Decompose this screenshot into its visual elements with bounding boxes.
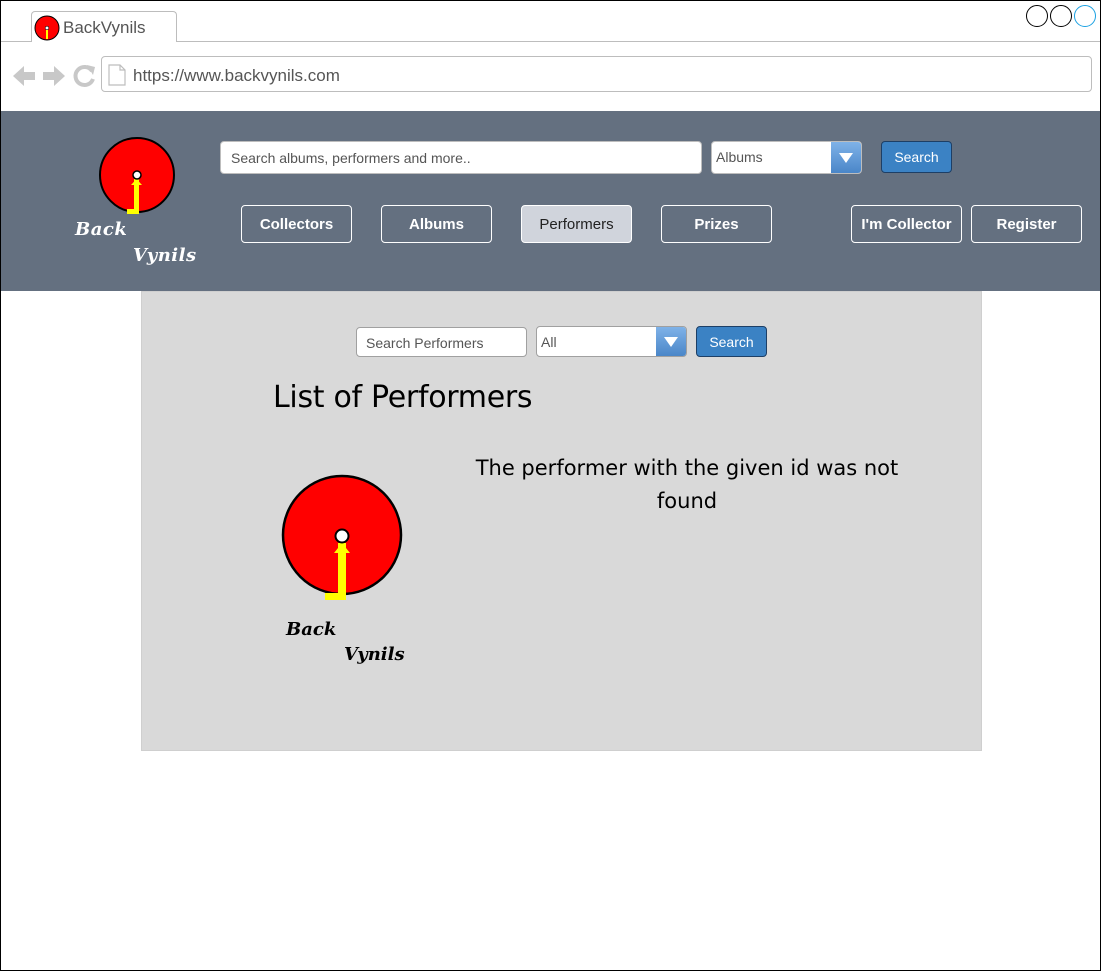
logo-text-back: Back <box>286 619 337 640</box>
chevron-down-icon <box>656 327 686 356</box>
performer-search-input[interactable]: Search Performers <box>356 327 527 357</box>
register-button[interactable]: Register <box>971 205 1082 243</box>
close-icon[interactable] <box>1074 5 1096 27</box>
site-header: Back Vynils Search albums, performers an… <box>1 111 1100 291</box>
performer-search-button[interactable]: Search <box>696 326 767 357</box>
site-logo[interactable]: Back Vynils <box>71 131 201 271</box>
global-search-input[interactable]: Search albums, performers and more.. <box>220 141 702 174</box>
url-field[interactable]: https://www.backvynils.com <box>101 56 1092 92</box>
reload-icon[interactable] <box>71 63 97 89</box>
address-bar: https://www.backvynils.com <box>1 43 1100 111</box>
window-controls <box>1026 5 1096 27</box>
nav-prizes[interactable]: Prizes <box>661 205 772 243</box>
category-select[interactable]: Albums <box>711 141 862 174</box>
chevron-down-icon <box>831 142 861 173</box>
category-select-value: Albums <box>716 149 763 165</box>
browser-tab[interactable]: BackVynils <box>31 11 177 42</box>
logo-text-vynils: Vynils <box>133 245 197 266</box>
minimize-icon[interactable] <box>1026 5 1048 27</box>
logo-text-back: Back <box>75 219 128 240</box>
url-text: https://www.backvynils.com <box>133 66 340 85</box>
nav-performers[interactable]: Performers <box>521 205 632 243</box>
page-title: List of Performers <box>273 380 533 415</box>
browser-window: BackVynils https://www.backvynils.com Ba… <box>0 0 1101 971</box>
collector-login-button[interactable]: I'm Collector <box>851 205 962 243</box>
maximize-icon[interactable] <box>1050 5 1072 27</box>
nav-collectors[interactable]: Collectors <box>241 205 352 243</box>
logo-text-vynils: Vynils <box>344 644 405 665</box>
navigation-controls <box>11 63 97 89</box>
page-icon <box>108 64 126 86</box>
tab-title: BackVynils <box>63 18 146 37</box>
global-search-button[interactable]: Search <box>881 141 952 173</box>
placeholder-logo: Back Vynils <box>272 467 422 667</box>
nav-albums[interactable]: Albums <box>381 205 492 243</box>
tab-bar: BackVynils <box>1 1 1100 42</box>
vinyl-record-icon <box>99 137 175 214</box>
forward-arrow-icon[interactable] <box>41 63 67 89</box>
performer-filter-select[interactable]: All <box>536 326 687 357</box>
vinyl-record-icon <box>281 474 403 600</box>
favicon-icon <box>34 15 60 41</box>
performer-filter-value: All <box>541 334 557 350</box>
not-found-message: The performer with the given id was not … <box>475 456 899 513</box>
back-arrow-icon[interactable] <box>11 63 37 89</box>
performers-panel: Search Performers All Search List of Per… <box>141 291 982 751</box>
